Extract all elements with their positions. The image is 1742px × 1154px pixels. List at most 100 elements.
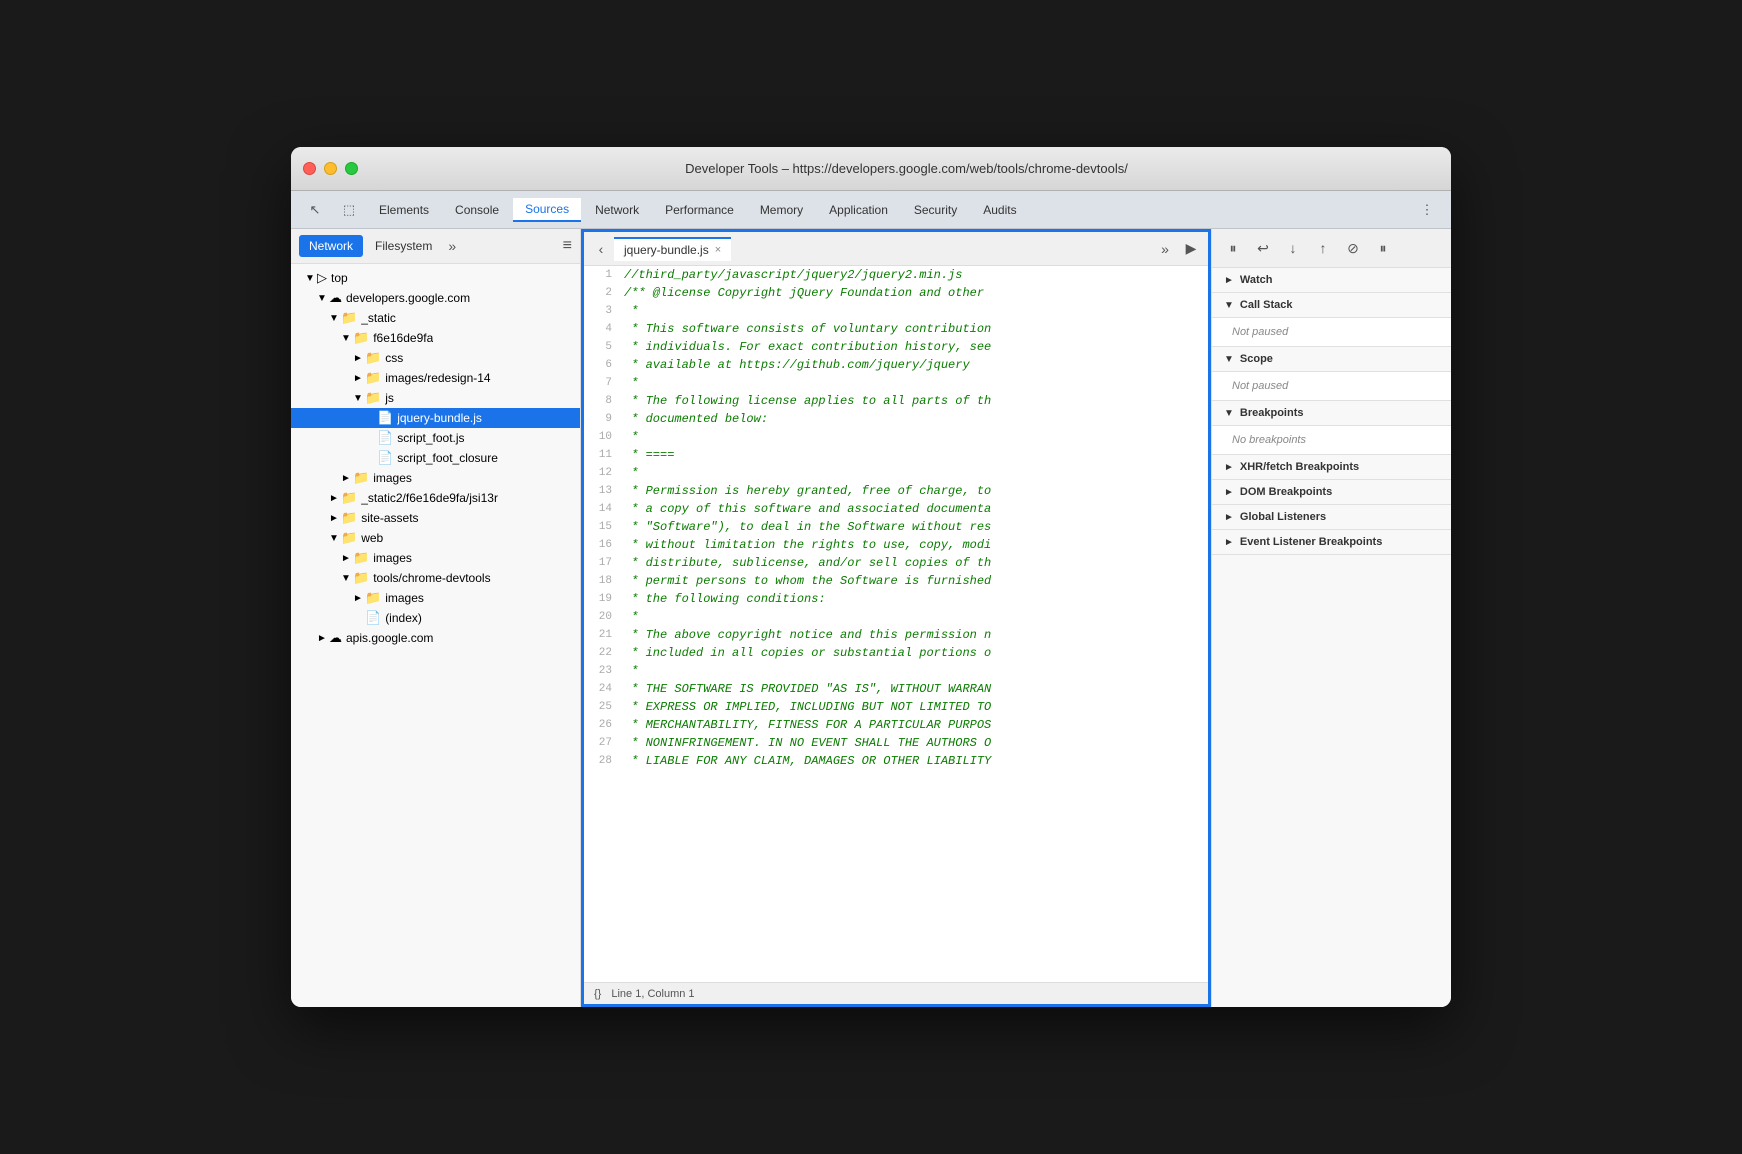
section-watch[interactable]: ► Watch	[1212, 268, 1451, 293]
deactivate-breakpoints-icon[interactable]: ⊘	[1340, 235, 1366, 261]
section-arrow-xhr: ►	[1224, 462, 1234, 473]
line-number: 7	[584, 374, 620, 392]
tab-security[interactable]: Security	[902, 199, 969, 221]
code-line: 17 * distribute, sublicense, and/or sell…	[584, 554, 1208, 572]
section-dom[interactable]: ► DOM Breakpoints	[1212, 480, 1451, 505]
section-arrow-event: ►	[1224, 537, 1234, 548]
editor-area: ‹ jquery-bundle.js × » ▶ 1//third_party/…	[581, 229, 1211, 1007]
tab-network[interactable]: Network	[583, 199, 651, 221]
maximize-button[interactable]	[345, 162, 358, 175]
tab-memory[interactable]: Memory	[748, 199, 815, 221]
section-global[interactable]: ► Global Listeners	[1212, 505, 1451, 530]
tree-item-tools[interactable]: ▼ 📁 tools/chrome-devtools	[291, 568, 580, 588]
tree-item-static[interactable]: ▼ 📁 _static	[291, 308, 580, 328]
line-text: *	[620, 662, 638, 680]
code-line: 25 * EXPRESS OR IMPLIED, INCLUDING BUT N…	[584, 698, 1208, 716]
section-call-stack[interactable]: ▼ Call Stack	[1212, 293, 1451, 318]
line-number: 27	[584, 734, 620, 752]
more-tabs-icon[interactable]: ⋮	[1411, 196, 1443, 224]
pause-icon[interactable]: ⏸	[1220, 235, 1246, 261]
editor-more-tabs-icon[interactable]: »	[1152, 236, 1178, 262]
sidebar-tab-filesystem[interactable]: Filesystem	[365, 235, 442, 257]
step-into-icon[interactable]: ↓	[1280, 235, 1306, 261]
folder-icon-css: 📁	[365, 350, 381, 366]
window-title: Developer Tools – https://developers.goo…	[374, 161, 1439, 176]
devtools-window: Developer Tools – https://developers.goo…	[291, 147, 1451, 1007]
folder-icon-static2: 📁	[341, 490, 357, 506]
tree-item-static2[interactable]: ► 📁 _static2/f6e16de9fa/jsi13r	[291, 488, 580, 508]
line-text: * available at https://github.com/jquery…	[620, 356, 970, 374]
step-out-icon[interactable]: ↑	[1310, 235, 1336, 261]
section-event-listener[interactable]: ► Event Listener Breakpoints	[1212, 530, 1451, 555]
code-line: 15 * "Software"), to deal in the Softwar…	[584, 518, 1208, 536]
line-number: 5	[584, 338, 620, 356]
cloud-icon-developers: ☁	[329, 290, 342, 306]
tree-item-top[interactable]: ▼ ▷ top	[291, 268, 580, 288]
close-button[interactable]	[303, 162, 316, 175]
file-icon-script-foot: 📄	[377, 430, 393, 446]
tree-item-developers[interactable]: ▼ ☁ developers.google.com	[291, 288, 580, 308]
tree-item-index[interactable]: 📄 (index)	[291, 608, 580, 628]
more-sidebar-tabs-icon[interactable]: »	[448, 238, 456, 254]
tree-item-css[interactable]: ► 📁 css	[291, 348, 580, 368]
sidebar-tab-network[interactable]: Network	[299, 235, 363, 257]
editor-prev-tab-icon[interactable]: ‹	[588, 236, 614, 262]
editor-tab-close-icon[interactable]: ×	[715, 244, 721, 256]
tab-audits[interactable]: Audits	[971, 199, 1028, 221]
traffic-lights	[303, 162, 358, 175]
line-text: * The above copyright notice and this pe…	[620, 626, 991, 644]
tab-sources[interactable]: Sources	[513, 198, 581, 222]
line-text: * "Software"), to deal in the Software w…	[620, 518, 991, 536]
tree-item-web-images[interactable]: ► 📁 images	[291, 548, 580, 568]
tree-item-tools-images[interactable]: ► 📁 images	[291, 588, 580, 608]
tab-console[interactable]: Console	[443, 199, 511, 221]
folder-icon-images-redesign: 📁	[365, 370, 381, 386]
inspect-icon[interactable]: ⬚	[333, 196, 365, 224]
tree-item-images-static[interactable]: ► 📁 images	[291, 468, 580, 488]
folder-icon-js: 📁	[365, 390, 381, 406]
section-scope[interactable]: ▼ Scope	[1212, 347, 1451, 372]
file-tree: ▼ ▷ top ▼ ☁ developers.google.com ▼ 📁 _s…	[291, 264, 580, 1007]
cursor-icon[interactable]: ↖	[299, 196, 331, 224]
section-arrow-watch: ►	[1224, 275, 1234, 286]
step-over-icon[interactable]: ↩	[1250, 235, 1276, 261]
code-line: 13 * Permission is hereby granted, free …	[584, 482, 1208, 500]
line-number: 20	[584, 608, 620, 626]
line-number: 2	[584, 284, 620, 302]
tree-label-web-images: images	[373, 551, 412, 565]
code-line: 28 * LIABLE FOR ANY CLAIM, DAMAGES OR OT…	[584, 752, 1208, 770]
code-line: 27 * NONINFRINGEMENT. IN NO EVENT SHALL …	[584, 734, 1208, 752]
tree-item-script-foot-closure[interactable]: 📄 script_foot_closure	[291, 448, 580, 468]
tree-label-static: _static	[361, 311, 396, 325]
editor-tab-jquery[interactable]: jquery-bundle.js ×	[614, 237, 731, 261]
tab-application[interactable]: Application	[817, 199, 900, 221]
section-xhr[interactable]: ► XHR/fetch Breakpoints	[1212, 455, 1451, 480]
tab-performance[interactable]: Performance	[653, 199, 746, 221]
code-line: 20 *	[584, 608, 1208, 626]
section-breakpoints[interactable]: ▼ Breakpoints	[1212, 401, 1451, 426]
code-line: 6 * available at https://github.com/jque…	[584, 356, 1208, 374]
minimize-button[interactable]	[324, 162, 337, 175]
main-area: Network Filesystem » ≡ ▼ ▷ top ▼ ☁	[291, 229, 1451, 1007]
code-editor[interactable]: 1//third_party/javascript/jquery2/jquery…	[584, 266, 1208, 982]
tree-item-apis[interactable]: ► ☁ apis.google.com	[291, 628, 580, 648]
line-number: 13	[584, 482, 620, 500]
tree-arrow-apis: ►	[315, 633, 329, 644]
tree-item-web[interactable]: ▼ 📁 web	[291, 528, 580, 548]
tree-item-script-foot[interactable]: 📄 script_foot.js	[291, 428, 580, 448]
tree-item-site-assets[interactable]: ► 📁 site-assets	[291, 508, 580, 528]
disable-pause-icon[interactable]: ⏸	[1370, 235, 1396, 261]
tab-elements[interactable]: Elements	[367, 199, 441, 221]
folder-icon-images-static: 📁	[353, 470, 369, 486]
line-number: 17	[584, 554, 620, 572]
code-line: 11 * ====	[584, 446, 1208, 464]
editor-run-icon[interactable]: ▶	[1178, 236, 1204, 262]
line-text: //third_party/javascript/jquery2/jquery2…	[620, 266, 962, 284]
tree-item-hash[interactable]: ▼ 📁 f6e16de9fa	[291, 328, 580, 348]
code-line: 10 *	[584, 428, 1208, 446]
tree-item-js[interactable]: ▼ 📁 js	[291, 388, 580, 408]
tree-item-jquery-bundle[interactable]: 📄 jquery-bundle.js	[291, 408, 580, 428]
section-arrow-callstack: ▼	[1224, 300, 1234, 311]
sidebar-menu-icon[interactable]: ≡	[563, 237, 572, 255]
tree-item-images-redesign[interactable]: ► 📁 images/redesign-14	[291, 368, 580, 388]
